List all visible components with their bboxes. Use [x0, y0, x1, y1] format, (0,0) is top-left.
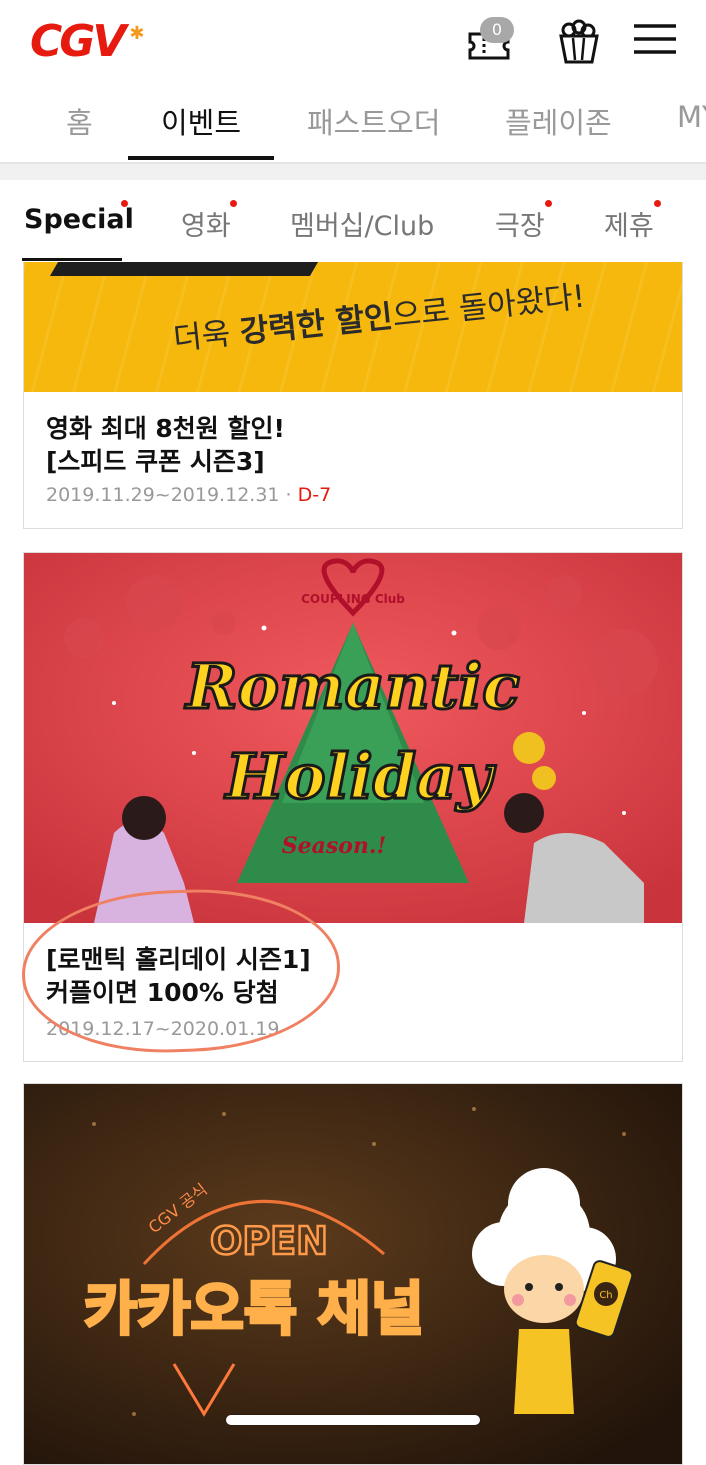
svg-text:Ch: Ch	[599, 1290, 612, 1301]
event-banner-image: 더욱 강력한 할인으로 돌아왔다!	[24, 262, 682, 392]
event-banner-image: Romantic Holiday Season.! COUPLING Club	[24, 553, 682, 923]
subtab-movie[interactable]: 영화	[181, 204, 231, 243]
event-card-speed-coupon[interactable]: 더욱 강력한 할인으로 돌아왔다! 영화 최대 8천원 할인! [스피드 쿠폰 …	[23, 262, 683, 529]
subtab-theater[interactable]: 극장	[495, 204, 545, 243]
event-banner-image: CGV 공식 OPEN 카카오톡 채널 Ch	[24, 1084, 682, 1464]
svg-text:카카오톡 채널: 카카오톡 채널	[84, 1275, 424, 1343]
section-divider	[0, 164, 706, 180]
popcorn-icon[interactable]	[553, 18, 603, 68]
subtab-membership[interactable]: 멤버십/Club	[290, 204, 434, 243]
event-date: 2019.11.29~2019.12.31 · D-7	[46, 484, 332, 506]
svg-text:Holiday: Holiday	[224, 740, 497, 813]
banner-stripe	[49, 262, 319, 276]
tab-play-zone[interactable]: 플레이존	[505, 100, 612, 142]
svg-text:Season.!: Season.!	[282, 833, 387, 859]
logo-star-icon: ✱	[129, 23, 144, 44]
new-dot-icon	[230, 200, 237, 207]
main-nav: 홈 이벤트 패스트오더 플레이존 MY	[0, 92, 706, 164]
subtab-special[interactable]: Special	[24, 204, 134, 235]
dday-badge: D-7	[297, 484, 332, 506]
active-tab-indicator	[128, 156, 274, 160]
new-dot-icon	[545, 200, 552, 207]
svg-text:OPEN: OPEN	[210, 1219, 328, 1263]
cgv-logo[interactable]: CGV ✱	[30, 16, 144, 67]
tab-event[interactable]: 이벤트	[161, 100, 241, 142]
ticket-count-badge: 0	[480, 17, 514, 43]
svg-text:Romantic: Romantic	[184, 650, 520, 723]
active-subtab-indicator	[22, 258, 122, 261]
tab-my[interactable]: MY	[677, 100, 706, 134]
hamburger-menu-icon[interactable]	[632, 18, 682, 68]
event-card-kakao-channel[interactable]: CGV 공식 OPEN 카카오톡 채널 Ch	[23, 1083, 683, 1465]
app-header: CGV ✱ 0	[0, 0, 706, 80]
logo-text: CGV	[30, 16, 126, 67]
banner-slogan: 더욱 강력한 할인으로 돌아왔다!	[171, 278, 587, 358]
event-title: 영화 최대 8천원 할인! [스피드 쿠폰 시즌3]	[46, 414, 285, 476]
new-dot-icon	[121, 200, 128, 207]
event-category-nav: Special 영화 멤버십/Club 극장 제휴	[0, 180, 706, 262]
tab-fast-order[interactable]: 패스트오더	[307, 100, 440, 142]
tab-home[interactable]: 홈	[66, 100, 93, 142]
subtab-partner[interactable]: 제휴	[604, 204, 654, 243]
svg-text:COUPLING Club: COUPLING Club	[301, 592, 405, 606]
new-dot-icon	[654, 200, 661, 207]
home-indicator[interactable]	[226, 1415, 480, 1425]
